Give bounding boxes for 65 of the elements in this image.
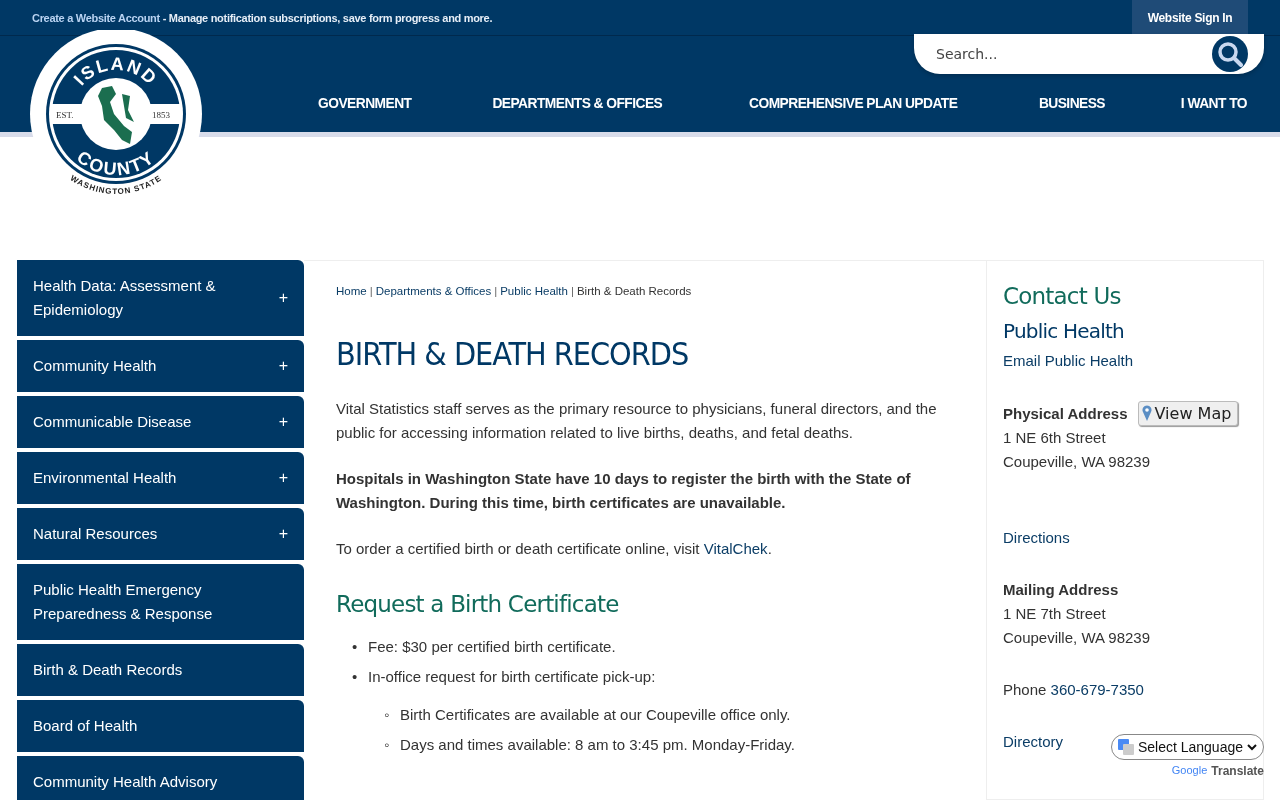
address-line: Coupeville, WA 98239 (1003, 452, 1151, 472)
google-label: Google (1171, 764, 1208, 778)
sidebar-item[interactable]: Public Health Emergency Preparedness & Response (17, 564, 304, 640)
list-item: Birth Certificates are available at our Coupeville office only. (400, 705, 791, 725)
address-line: 1 NE 6th Street (1003, 428, 1106, 448)
address-label: Mailing Address (1003, 580, 1119, 600)
expand-button[interactable]: + (278, 469, 288, 487)
nav-link[interactable]: GOVERNMENT (317, 94, 412, 111)
address-label: Physical Address (1003, 403, 1128, 424)
translate-label: Translate (1211, 764, 1264, 778)
sidebar-item[interactable]: Communicable Disease + (17, 396, 304, 448)
vitalchek-link[interactable]: VitalChek (703, 540, 768, 557)
bullet-marker: • (352, 637, 359, 657)
breadcrumb-separator: | (570, 285, 574, 297)
breadcrumb-link[interactable]: Public Health (500, 285, 568, 297)
account-message: Create a Website Account - Manage notification subscriptions, save form progress and more. (32, 11, 493, 24)
chevron-icon (1247, 743, 1257, 751)
sidebar-item[interactable]: Community Health Advisory (17, 756, 304, 800)
section-heading: Request a Birth Certificate (336, 591, 620, 617)
sidebar-item[interactable]: Community Health + (17, 340, 304, 392)
nav-link[interactable]: I WANT TO (1181, 94, 1248, 111)
expand-button[interactable]: + (278, 357, 288, 375)
list-item: In-office request for birth certificate pick-up: (368, 667, 656, 687)
breadcrumb-link[interactable]: Home (336, 285, 367, 297)
sign-in-button[interactable]: Website Sign In (1132, 0, 1248, 35)
directory-link[interactable]: Directory (1003, 730, 1063, 754)
search-icon[interactable] (1212, 36, 1248, 72)
sidebar-item[interactable]: Natural Resources + (17, 508, 304, 560)
bullet-marker: • (352, 667, 359, 687)
phone-link[interactable]: 360-679-7350 (1050, 681, 1144, 698)
page-title: BIRTH & DEATH RECORDS (336, 335, 690, 373)
pin-icon (1141, 405, 1152, 422)
expand-button[interactable]: + (278, 525, 288, 543)
paragraph: Vital Statistics staff serves as the primary resource to physicians, funeral directors, and the public for accessing information related to live births, deaths, and fetal deaths. (336, 399, 938, 443)
contact-heading: Contact Us (1003, 283, 1122, 309)
department-name: Public Health (1003, 319, 1125, 343)
view-map-button[interactable]: View Map (1137, 401, 1239, 426)
language-select[interactable]: Select Language (1110, 734, 1264, 760)
nav-link[interactable]: COMPREHENSIVE PLAN UPDATE (748, 94, 958, 111)
address-line: 1 NE 7th Street (1003, 604, 1106, 624)
account-link[interactable]: Create a Website Account (32, 11, 160, 24)
sidebar-item[interactable]: Environmental Health + (17, 452, 304, 504)
sidebar-item[interactable]: Birth & Death Records (17, 644, 304, 696)
expand-button[interactable]: + (278, 289, 288, 307)
search-bar[interactable]: Search... (914, 34, 1264, 74)
nav-link[interactable]: BUSINESS (1039, 94, 1106, 111)
list-item: Fee: $30 per certified birth certificate. (368, 637, 616, 657)
email-link[interactable]: Email Public Health (1003, 352, 1134, 369)
paragraph: Hospitals in Washington State have 10 days to register the birth with the State of Washington. During this time, birth certificates are unavailable. (336, 469, 912, 513)
translate-icon (1117, 739, 1134, 755)
phone-line: Phone 360-679-7350 (1003, 680, 1144, 700)
list-item: Days and times available: 8 am to 3:45 pm. Monday-Friday. (400, 735, 795, 755)
expand-button[interactable]: + (278, 413, 288, 431)
breadcrumb-link[interactable]: Departments & Offices (375, 285, 492, 297)
paragraph: To order a certified birth or death certificate online, visit VitalChek. (336, 539, 773, 559)
nav-link[interactable]: DEPARTMENTS & OFFICES (492, 94, 663, 111)
sidebar-item[interactable]: Health Data: Assessment & Epidemiology + (17, 260, 304, 336)
directions-link[interactable]: Directions (1003, 526, 1070, 550)
bullet-marker: ◦ (384, 735, 391, 755)
address-line: Coupeville, WA 98239 (1003, 628, 1151, 648)
breadcrumb-separator: | (494, 285, 498, 297)
bullet-marker: ◦ (384, 705, 391, 725)
breadcrumb-current: Birth & Death Records (576, 285, 692, 297)
breadcrumb-separator: | (369, 285, 373, 297)
sidebar-item[interactable]: Board of Health (17, 700, 304, 752)
